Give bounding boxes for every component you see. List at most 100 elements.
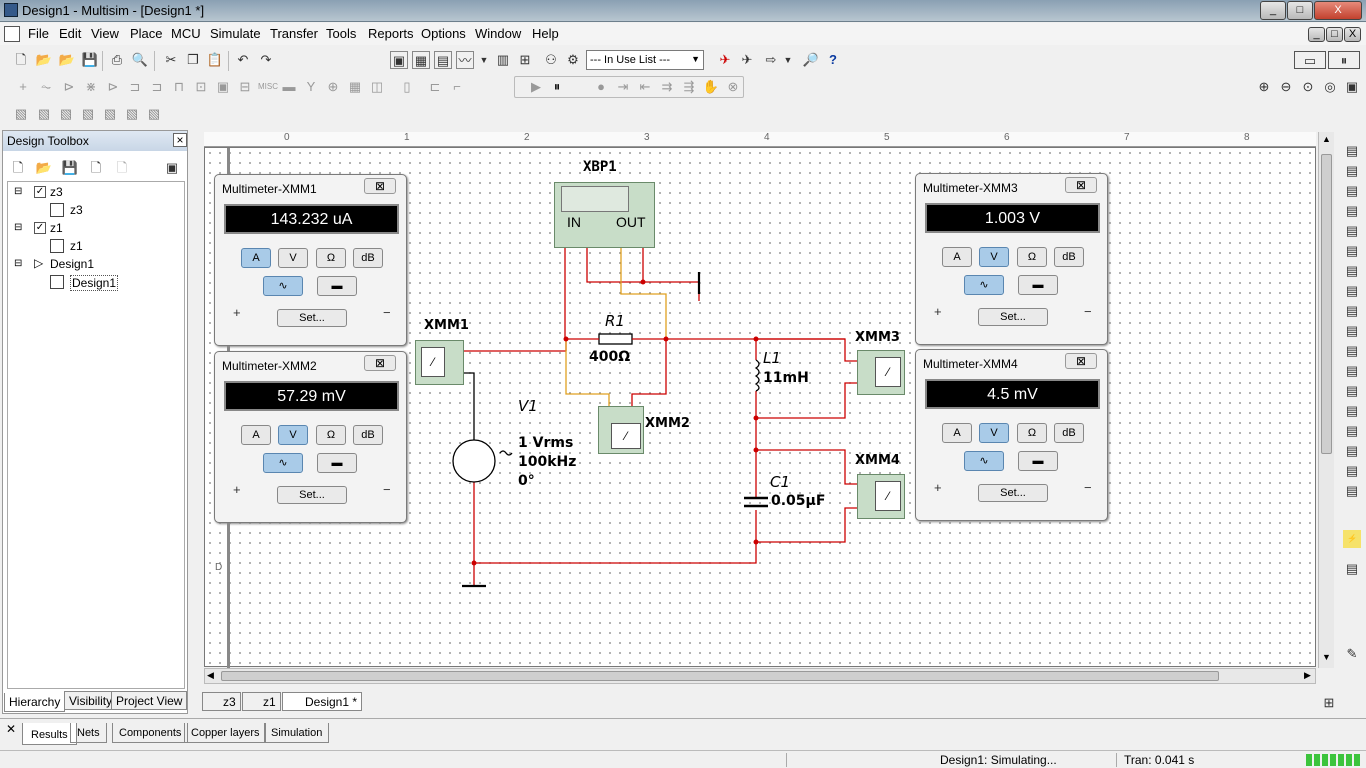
four-channel-scope-tool-icon[interactable]: ▤ [1343, 222, 1361, 240]
xmm4-ammeter-button[interactable]: A [942, 423, 972, 443]
close-icon[interactable]: ✕ [6, 722, 16, 736]
tree-item-z1[interactable]: z1 [50, 221, 63, 235]
grid-icon[interactable]: ▦ [412, 51, 430, 69]
copy-icon[interactable]: ❐ [184, 51, 202, 69]
close-button[interactable]: X [1314, 1, 1362, 20]
dropdown-arrow-icon[interactable]: ▼ [779, 51, 797, 69]
menu-place[interactable]: Place [130, 26, 163, 41]
redo-icon[interactable]: ↷ [257, 51, 275, 69]
paste-icon[interactable]: 📋 [206, 51, 224, 69]
ttl-icon[interactable]: ⊐ [126, 78, 144, 96]
menu-transfer[interactable]: Transfer [270, 26, 318, 41]
xmm4-voltmeter-button[interactable]: V [979, 423, 1009, 443]
bottom-tab-nets[interactable]: Nets [70, 723, 107, 743]
close-icon[interactable]: ⊠ [1065, 177, 1097, 193]
zoom-area-icon[interactable]: ⊙ [1299, 78, 1317, 96]
xmm3-ohmmeter-button[interactable]: Ω [1017, 247, 1047, 267]
mdi-close-button[interactable]: X [1344, 27, 1361, 42]
menu-view[interactable]: View [91, 26, 119, 41]
toggle-fullscreen-icon[interactable]: ▣ [390, 51, 408, 69]
distortion-analyzer-tool-icon[interactable]: ▤ [1343, 362, 1361, 380]
run-to-cursor-icon[interactable]: ⇶ [680, 78, 698, 96]
agilent-scope-tool-icon[interactable]: ▤ [1343, 442, 1361, 460]
zoom-in-icon[interactable]: ⊕ [1255, 78, 1273, 96]
scroll-left-icon[interactable]: ◀ [207, 670, 214, 681]
tab-hierarchy[interactable]: Hierarchy [4, 693, 66, 712]
help-icon[interactable]: ? [824, 51, 842, 69]
scroll-thumb[interactable] [221, 671, 1219, 681]
tree-item-z3[interactable]: z3 [50, 185, 63, 199]
toggle-breakpoint-icon[interactable]: ✋ [702, 78, 720, 96]
iv-analyzer-tool-icon[interactable]: ▤ [1343, 342, 1361, 360]
xmm1-ohmmeter-button[interactable]: Ω [316, 248, 346, 268]
maximize-button[interactable]: □ [1287, 1, 1313, 20]
open-icon[interactable]: 📂 [35, 159, 53, 177]
zoom-out-icon[interactable]: ⊖ [1277, 78, 1295, 96]
menu-window[interactable]: Window [475, 26, 521, 41]
xmm1-set-button[interactable]: Set... [277, 309, 347, 327]
multimeter-xmm2-icon[interactable]: ⁄ [598, 406, 644, 454]
logic-analyzer-tool-icon[interactable]: ▤ [1343, 322, 1361, 340]
undo-icon[interactable]: ↶ [234, 51, 252, 69]
basic-icon[interactable]: ⏦ [37, 78, 55, 96]
graphic-icon[interactable]: ▧ [12, 105, 30, 123]
xmm1-ac-button[interactable]: ∿ [263, 276, 303, 296]
step-icon[interactable]: ● [592, 78, 610, 96]
new-icon[interactable]: 🗋 [12, 51, 30, 69]
back-annotate-icon[interactable]: ✈ [716, 51, 734, 69]
menu-edit[interactable]: Edit [59, 26, 81, 41]
tree-expander[interactable]: ⊟ [14, 186, 22, 197]
misc-icon[interactable]: MISC [258, 78, 278, 96]
menu-options[interactable]: Options [421, 26, 466, 41]
mcu-icon[interactable]: ▦ [346, 78, 364, 96]
mdi-restore-button[interactable]: □ [1326, 27, 1343, 42]
save-icon[interactable]: 💾 [81, 51, 99, 69]
xmm4-dc-button[interactable]: ▬ [1018, 451, 1058, 471]
transfer-icon[interactable]: ⇨ [762, 51, 780, 69]
dropdown-arrow-icon[interactable]: ▼ [475, 51, 493, 69]
tree-item-z3-sheet[interactable]: z3 [70, 203, 83, 217]
menu-help[interactable]: Help [532, 26, 559, 41]
hierarchical-icon[interactable]: ▯ [398, 78, 416, 96]
power-icon[interactable]: ⊟ [236, 78, 254, 96]
misc-digital-icon[interactable]: ⊓ [170, 78, 188, 96]
print-preview-icon[interactable]: 🔍 [131, 51, 149, 69]
xmm4-ohmmeter-button[interactable]: Ω [1017, 423, 1047, 443]
ladder-icon[interactable]: ◫ [368, 78, 386, 96]
xmm3-dc-button[interactable]: ▬ [1018, 275, 1058, 295]
agilent-tool-icon[interactable]: ▤ [1343, 422, 1361, 440]
pause-icon[interactable]: ⏸ [548, 78, 566, 96]
close-icon[interactable]: ⊠ [364, 355, 396, 371]
bode-plotter-xbp1[interactable]: IN OUT [554, 182, 655, 248]
bottom-tab-copper-layers[interactable]: Copper layers [184, 723, 267, 743]
current-probe-tool-icon[interactable]: ▤ [1343, 560, 1361, 578]
analog-icon[interactable]: ⊳ [104, 78, 122, 96]
logic-converter-tool-icon[interactable]: ▤ [1343, 302, 1361, 320]
xmm3-voltmeter-button[interactable]: V [979, 247, 1009, 267]
oscilloscope-tool-icon[interactable]: ▤ [1343, 202, 1361, 220]
measurement-probe-tool-icon[interactable]: ✎ [1343, 645, 1361, 663]
sheet-tab-z1[interactable]: z1 [242, 692, 281, 711]
xmm1-ammeter-button[interactable]: A [241, 248, 271, 268]
component-wizard-icon[interactable]: ⊞ [516, 51, 534, 69]
scroll-up-icon[interactable]: ▲ [1322, 134, 1331, 144]
cmos-icon[interactable]: ⊐ [148, 78, 166, 96]
multimeter-xmm1-icon[interactable]: ⁄ [415, 340, 464, 385]
xmm1-db-button[interactable]: dB [353, 248, 383, 268]
close-doc-icon[interactable]: 🗋 [87, 159, 105, 177]
print-icon[interactable]: ⎙ [108, 51, 126, 69]
electrical-rules-icon[interactable]: ⚇ [542, 51, 560, 69]
xmm4-set-button[interactable]: Set... [978, 484, 1048, 502]
multimeter-xmm3-icon[interactable]: ⁄ [857, 350, 905, 395]
view-toggle-icon[interactable]: ▣ [163, 159, 181, 177]
wattmeter-tool-icon[interactable]: ▤ [1343, 182, 1361, 200]
menu-file[interactable]: File [28, 26, 49, 41]
network-analyzer-tool-icon[interactable]: ▤ [1343, 402, 1361, 420]
function-generator-tool-icon[interactable]: ▤ [1343, 162, 1361, 180]
xmm4-db-button[interactable]: dB [1054, 423, 1084, 443]
sheet-tab-design1[interactable]: Design1 * [282, 692, 363, 711]
horizontal-scrollbar[interactable]: ◀ ▶ [204, 668, 1316, 684]
tree-checkbox[interactable]: ✓ [34, 222, 46, 234]
tab-project-view[interactable]: Project View [111, 691, 188, 710]
zoom-fit-icon[interactable]: ◎ [1321, 78, 1339, 96]
